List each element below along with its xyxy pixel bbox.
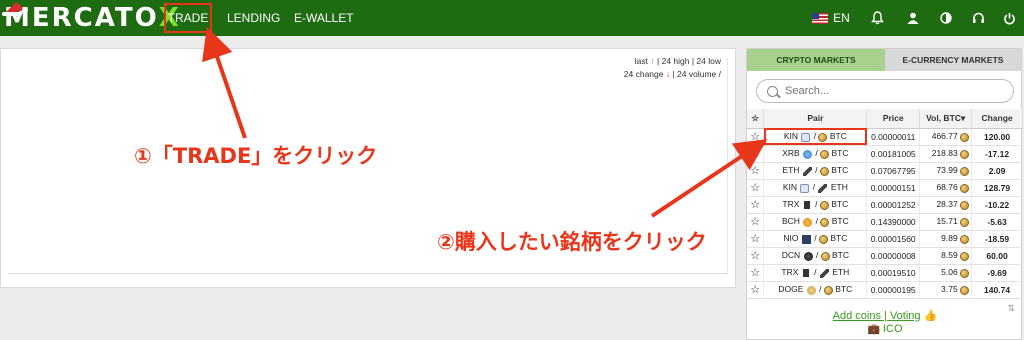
- annotation-arrows: [202, 26, 768, 218]
- annotation-step-1: ①「TRADE」をクリック: [134, 144, 378, 168]
- app-root: MERCATO X TRADE LENDING E-WALLET EN last…: [0, 0, 1024, 340]
- arrow-to-pair: [650, 139, 768, 218]
- arrow-to-trade: [202, 26, 247, 139]
- annotation-step-2: ②購入したい銘柄をクリック: [437, 230, 707, 254]
